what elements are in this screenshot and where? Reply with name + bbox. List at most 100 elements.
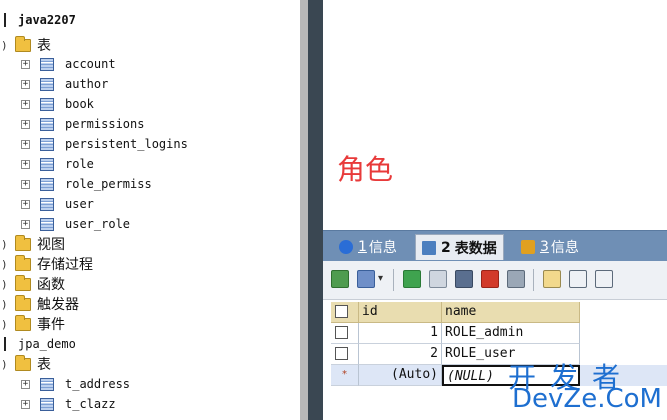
delete-icon[interactable] [481, 270, 499, 288]
table-label: t_clazz [65, 397, 116, 411]
tree-collapse-marker: ) [2, 297, 7, 311]
cell-id[interactable]: (Auto) [359, 365, 442, 386]
checkbox[interactable] [335, 347, 348, 360]
expand-plus-icon[interactable]: + [21, 59, 30, 69]
tree-table-permissions[interactable]: + permissions [21, 114, 144, 134]
tree-table-t-address[interactable]: + t_address [21, 374, 130, 394]
folder-icon [15, 354, 31, 371]
table-label: role [65, 157, 94, 171]
table-icon [40, 177, 54, 191]
row-select-cell[interactable] [331, 344, 359, 365]
folder-icon [15, 314, 31, 331]
table-label: author [65, 77, 109, 91]
grid-view-icon[interactable] [543, 270, 561, 288]
tree-folder-triggers[interactable]: ) 触发器 [0, 294, 79, 314]
tree-table-account[interactable]: + account [21, 54, 116, 74]
splitter-handle[interactable] [300, 0, 308, 420]
expand-plus-icon[interactable]: + [21, 79, 30, 89]
folder-icon [15, 234, 31, 251]
duplicate-row-icon[interactable] [357, 270, 375, 288]
tree-folder-label: 表 [37, 38, 51, 54]
table-row[interactable]: 1 ROLE_admin [331, 323, 667, 344]
watermark-line-2: DevZe.CoM [512, 384, 662, 414]
folder-icon [15, 294, 31, 311]
table-label: user_role [65, 217, 131, 231]
table-data-icon [422, 240, 436, 255]
tree-collapse-marker: ) [2, 237, 7, 251]
tree-collapse-marker: ) [2, 357, 7, 371]
tree-table-role[interactable]: + role [21, 154, 94, 174]
tree-folder-label: 表 [37, 357, 51, 373]
table-icon [40, 157, 54, 171]
column-header-name[interactable]: name [442, 302, 580, 323]
expand-plus-icon[interactable]: + [21, 379, 30, 389]
table-icon [40, 217, 54, 231]
expand-plus-icon[interactable]: + [21, 99, 30, 109]
tree-folder-label: 事件 [37, 317, 65, 333]
expand-plus-icon[interactable]: + [21, 179, 30, 189]
tree-table-persistent-logins[interactable]: + persistent_logins [21, 134, 188, 154]
cancel-changes-icon[interactable] [507, 270, 525, 288]
table-icon [40, 197, 54, 211]
select-all-cell[interactable] [331, 302, 359, 323]
cell-id[interactable]: 2 [359, 344, 442, 365]
tree-folder-label: 函数 [37, 277, 65, 293]
form-view-icon[interactable] [569, 270, 587, 288]
save-icon[interactable] [455, 270, 473, 288]
tree-table-t-clazz[interactable]: + t_clazz [21, 394, 116, 414]
expand-plus-icon[interactable]: + [21, 399, 30, 409]
refresh-icon[interactable] [403, 270, 421, 288]
expand-plus-icon[interactable]: + [21, 119, 30, 129]
dropdown-arrow-icon[interactable]: ▾ [378, 273, 383, 284]
result-tab-bar: 1 信息 2 表数据 3 信息 [323, 230, 667, 261]
table-label: role_permiss [65, 177, 152, 191]
tree-db-jpa-demo[interactable]: jpa_demo [0, 334, 76, 354]
tree-collapse-marker: ) [2, 38, 7, 52]
table-icon [40, 57, 54, 71]
column-header-id[interactable]: id [359, 302, 442, 323]
tree-folder-tables[interactable]: ) 表 [0, 35, 51, 55]
tab-number: 1 [358, 239, 367, 255]
grid-toolbar: ▾ [323, 261, 667, 300]
tree-collapse-marker: ) [2, 257, 7, 271]
tree-db-java2207[interactable]: java2207 [0, 10, 76, 30]
table-icon [40, 117, 54, 131]
expand-plus-icon[interactable]: + [21, 139, 30, 149]
tab-label: 信息 [550, 240, 579, 256]
tree-folder-functions[interactable]: ) 函数 [0, 274, 65, 294]
tree-folder-procedures[interactable]: ) 存储过程 [0, 254, 93, 274]
table-icon [40, 397, 54, 411]
tree-table-book[interactable]: + book [21, 94, 94, 114]
tab-label: 信息 [368, 240, 397, 256]
expand-plus-icon[interactable]: + [21, 159, 30, 169]
annotation-label: 角色 [337, 153, 394, 186]
tree-folder-views[interactable]: ) 视图 [0, 234, 65, 254]
tree-table-author[interactable]: + author [21, 74, 108, 94]
checkbox[interactable] [335, 326, 348, 339]
tab-info[interactable]: 1 信息 [333, 234, 403, 260]
table-label: t_address [65, 377, 131, 391]
table-label: account [65, 57, 116, 71]
tree-table-user-role[interactable]: + user_role [21, 214, 130, 234]
cell-name[interactable]: ROLE_admin [442, 323, 580, 344]
new-row-marker: * [331, 365, 359, 386]
tree-line [4, 13, 6, 27]
cell-id[interactable]: 1 [359, 323, 442, 344]
table-label: persistent_logins [65, 137, 188, 151]
insert-row-icon[interactable] [331, 270, 349, 288]
expand-plus-icon[interactable]: + [21, 199, 30, 209]
tab-table-data[interactable]: 2 表数据 [415, 234, 504, 260]
tree-folder-tables-2[interactable]: ) 表 [0, 354, 51, 374]
expand-plus-icon[interactable]: + [21, 219, 30, 229]
object-browser-tree: java2207 ) 表 + account + author + book +… [0, 0, 300, 420]
folder-icon [15, 274, 31, 291]
tab-info-3[interactable]: 3 信息 [515, 234, 585, 260]
tree-table-user[interactable]: + user [21, 194, 94, 214]
copy-icon[interactable] [429, 270, 447, 288]
row-select-cell[interactable] [331, 323, 359, 344]
tree-table-role-permiss[interactable]: + role_permiss [21, 174, 152, 194]
tree-folder-events[interactable]: ) 事件 [0, 314, 65, 334]
text-view-icon[interactable] [595, 270, 613, 288]
checkbox[interactable] [335, 305, 348, 318]
tab-number: 3 [540, 239, 549, 255]
